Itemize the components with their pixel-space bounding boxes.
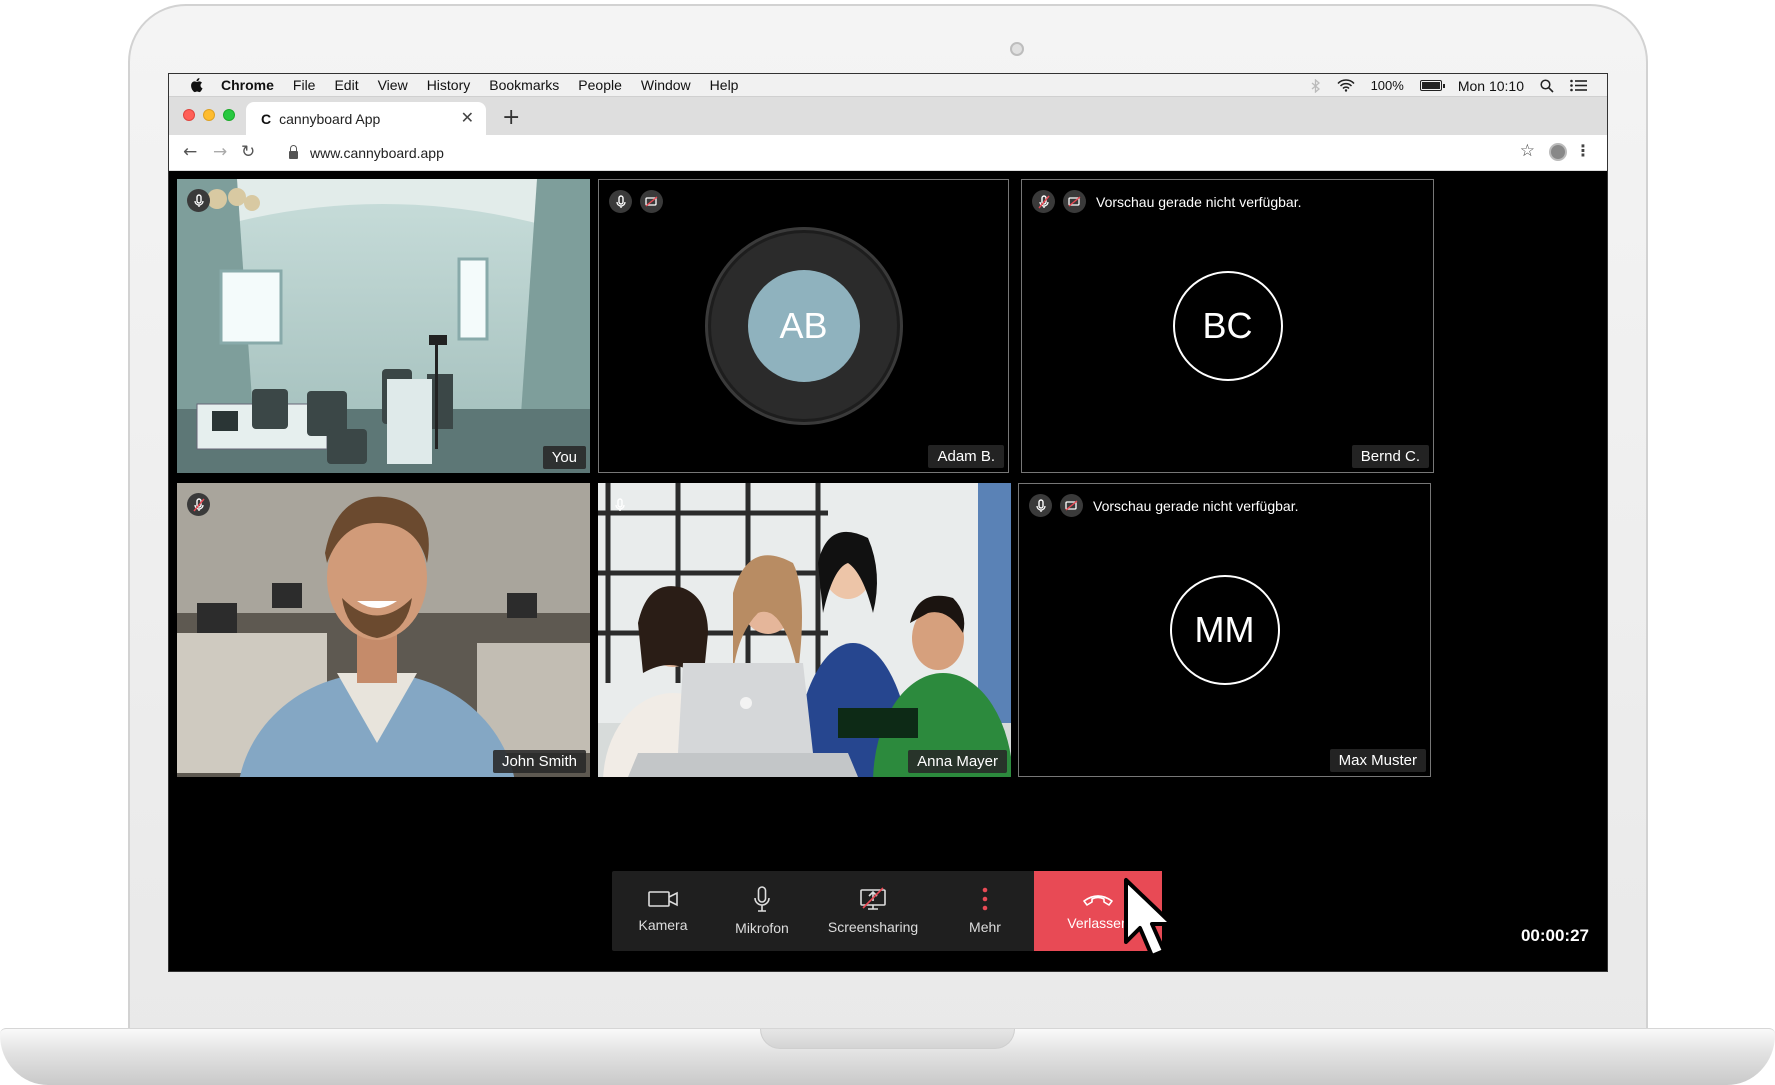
tile-status-icons: Vorschau gerade nicht verfügbar.: [1029, 494, 1298, 517]
leave-button-label: Verlassen: [1067, 915, 1129, 931]
menubar-status-area: 100% Mon 10:10: [1311, 74, 1587, 97]
preview-unavailable-notice: Vorschau gerade nicht verfügbar.: [1093, 497, 1299, 514]
more-vertical-dots-icon: [982, 887, 988, 911]
screensharing-button-label: Screensharing: [827, 919, 919, 935]
tile-status-icons: [187, 493, 210, 516]
participant-name-tag: You: [542, 446, 586, 469]
video-tile-john[interactable]: John Smith: [177, 483, 590, 777]
participant-name-tag: John Smith: [492, 750, 586, 773]
video-tile-max[interactable]: Vorschau gerade nicht verfügbar. MM Max …: [1018, 483, 1431, 777]
browser-toolbar: ← → ↻ www.cannyboard.app ☆ ⋮: [169, 135, 1607, 171]
microphone-button-label: Mikrofon: [735, 920, 789, 936]
browser-tab-active[interactable]: C cannyboard App ✕: [246, 102, 486, 135]
menu-window[interactable]: Window: [641, 77, 691, 93]
participant-avatar: AB: [747, 270, 860, 382]
hang-up-phone-icon: [1083, 895, 1113, 906]
tile-status-icons: [608, 493, 631, 516]
menu-app-name[interactable]: Chrome: [221, 77, 274, 93]
battery-percent: 100%: [1370, 78, 1404, 93]
tab-title: cannyboard App: [279, 110, 381, 127]
bookmark-star-icon[interactable]: ☆: [1520, 141, 1535, 161]
group-video-feed: [598, 483, 1011, 777]
mouse-pointer-icon: [1124, 878, 1174, 958]
laptop-notch: [760, 1029, 1015, 1049]
tile-status-icons: [609, 190, 663, 213]
camera-off-icon: [1063, 190, 1086, 213]
menu-edit[interactable]: Edit: [334, 77, 358, 93]
more-button-label: Mehr: [969, 919, 1001, 935]
tile-status-icons: [187, 189, 210, 212]
laptop-base: [0, 1028, 1775, 1085]
back-arrow-icon[interactable]: ←: [183, 142, 197, 162]
john-video-feed: [177, 483, 590, 777]
video-tile-anna[interactable]: Anna Mayer: [598, 483, 1011, 777]
camera-off-icon: [640, 190, 663, 213]
spotlight-search-icon[interactable]: [1540, 78, 1554, 93]
camera-toggle-button[interactable]: Kamera: [612, 871, 714, 951]
microphone-on-icon: [187, 189, 210, 212]
video-tile-you[interactable]: You: [177, 179, 590, 473]
call-control-bar: Kamera Mikrofon Screensharing Mehr Verla…: [612, 871, 1162, 951]
video-call-app: You AB Adam B. Vorschau gerade nicht ver…: [169, 171, 1607, 971]
chrome-menu-kebab-icon[interactable]: ⋮: [1575, 141, 1591, 160]
screensharing-button[interactable]: Screensharing: [810, 871, 936, 951]
wifi-icon[interactable]: [1337, 79, 1355, 92]
menu-people[interactable]: People: [578, 77, 622, 93]
window-minimize-button[interactable]: [203, 109, 215, 121]
laptop-screen: Chrome File Edit View History Bookmarks …: [168, 73, 1608, 972]
participant-name-tag: Bernd C.: [1351, 445, 1429, 468]
menu-file[interactable]: File: [293, 77, 316, 93]
menu-help[interactable]: Help: [710, 77, 739, 93]
more-options-button[interactable]: Mehr: [936, 871, 1034, 951]
camera-button-label: Kamera: [638, 917, 688, 933]
participant-name-tag: Max Muster: [1329, 749, 1426, 772]
participant-name-tag: Adam B.: [928, 445, 1004, 468]
forward-arrow-icon[interactable]: →: [213, 142, 227, 162]
preview-unavailable-notice: Vorschau gerade nicht verfügbar.: [1096, 193, 1302, 210]
microphone-icon: [754, 886, 770, 912]
menu-view[interactable]: View: [378, 77, 408, 93]
menu-history[interactable]: History: [427, 77, 471, 93]
apple-icon[interactable]: [189, 77, 203, 93]
video-tile-adam[interactable]: AB Adam B.: [598, 179, 1009, 473]
tile-status-icons: Vorschau gerade nicht verfügbar.: [1032, 190, 1301, 213]
microphone-muted-icon: [187, 493, 210, 516]
profile-avatar-icon[interactable]: [1549, 143, 1567, 161]
browser-tabstrip: C cannyboard App ✕ +: [169, 97, 1607, 135]
camera-off-icon: [1060, 494, 1083, 517]
bluetooth-icon[interactable]: [1311, 78, 1321, 93]
cannyboard-favicon-icon: C: [261, 110, 272, 127]
tab-close-icon[interactable]: ✕: [461, 108, 474, 128]
participant-name-tag: Anna Mayer: [908, 750, 1007, 773]
video-tile-bernd[interactable]: Vorschau gerade nicht verfügbar. BC Bern…: [1021, 179, 1434, 473]
screenshare-off-icon: [860, 887, 886, 910]
video-camera-icon: [648, 891, 678, 907]
address-bar-url[interactable]: www.cannyboard.app: [310, 145, 444, 161]
reload-icon[interactable]: ↻: [241, 142, 255, 162]
microphone-toggle-button[interactable]: Mikrofon: [714, 871, 810, 951]
address-bar[interactable]: www.cannyboard.app: [277, 139, 1395, 167]
webcam-dot: [1010, 42, 1024, 56]
microphone-on-icon: [1029, 494, 1052, 517]
participant-avatar: BC: [1172, 271, 1283, 381]
window-close-button[interactable]: [183, 109, 195, 121]
microphone-muted-icon: [1032, 190, 1055, 213]
macos-menubar: Chrome File Edit View History Bookmarks …: [169, 74, 1607, 97]
lock-icon[interactable]: [289, 144, 298, 159]
call-duration-timer: 00:00:27: [1520, 926, 1589, 945]
notification-center-icon[interactable]: [1570, 79, 1587, 92]
window-zoom-button[interactable]: [223, 109, 235, 121]
microphone-on-icon: [608, 493, 631, 516]
new-tab-plus-icon[interactable]: +: [502, 105, 520, 130]
microphone-on-icon: [609, 190, 632, 213]
participant-avatar: MM: [1169, 575, 1280, 685]
menubar-clock[interactable]: Mon 10:10: [1458, 78, 1524, 94]
menu-bookmarks[interactable]: Bookmarks: [489, 77, 559, 93]
battery-icon[interactable]: [1419, 80, 1445, 91]
room-video-feed: [177, 179, 590, 473]
